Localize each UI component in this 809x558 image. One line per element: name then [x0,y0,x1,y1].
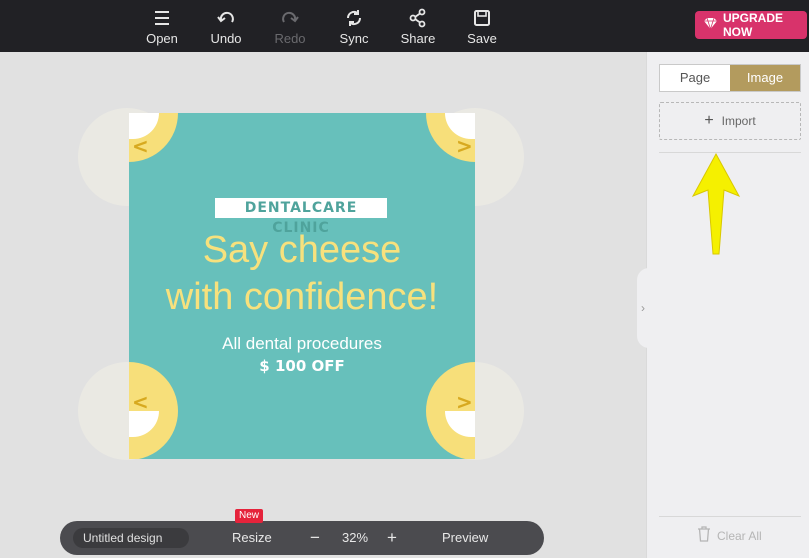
sync-label: Sync [339,31,369,46]
save-label: Save [467,31,497,46]
annotation-arrow-icon [691,152,741,255]
redo-button[interactable]: Redo [260,8,320,46]
clear-all-button[interactable]: Clear All [697,526,762,545]
panel-tabs: Page Image [659,64,801,92]
open-button[interactable]: Open [132,8,192,46]
smiley-teeth [445,411,475,437]
tab-page[interactable]: Page [660,65,730,91]
headline-line-1: Say cheese [202,229,402,271]
redo-label: Redo [274,31,306,46]
zoom-level: 32% [342,530,369,545]
panel-divider [659,516,801,517]
smiley-graphic[interactable]: > [426,362,475,459]
design-canvas[interactable]: < > < > DENTALCARE CLINIC Say cheese wit… [129,113,475,459]
price-text[interactable]: $ 100 OFF [129,357,475,375]
share-label: Share [400,31,436,46]
trash-icon [697,526,711,545]
smiley-teeth [445,113,475,139]
clinic-name-text[interactable]: DENTALCARE CLINIC [215,198,387,236]
import-label: Import [721,114,756,128]
upgrade-button[interactable]: UPGRADE NOW [695,11,807,39]
sync-icon [324,8,384,30]
undo-button[interactable]: Undo [196,8,256,46]
upgrade-label: UPGRADE NOW [723,11,784,39]
plus-icon: + [704,112,714,129]
preview-button[interactable]: Preview [442,521,488,555]
top-toolbar: Open Undo Redo Sync Share Save UPGRADE N… [0,0,809,52]
save-icon [452,8,512,30]
share-button[interactable]: Share [388,8,448,46]
diamond-icon [703,17,718,33]
design-title-input[interactable]: Untitled design [73,528,189,548]
share-icon [388,8,448,30]
zoom-out-button[interactable]: − [310,521,320,555]
clear-all-label: Clear All [717,528,762,543]
resize-button[interactable]: Resize [232,521,272,555]
right-panel: › Page Image + Import Clear All [637,52,809,558]
smiley-teeth [129,411,159,437]
headline-line-2: with confidence! [165,276,439,318]
tab-image[interactable]: Image [730,65,800,91]
headline-text[interactable]: Say cheese with confidence! [129,227,475,321]
redo-icon [260,8,320,30]
save-button[interactable]: Save [452,8,512,46]
collapse-panel-handle[interactable]: › [637,268,649,348]
subline-text[interactable]: All dental procedures [129,334,475,354]
smiley-graphic[interactable]: < [129,113,178,162]
bottom-bar: Untitled design New Resize − 32% + Previ… [60,509,544,555]
undo-label: Undo [210,31,242,46]
zoom-in-button[interactable]: + [387,521,397,555]
undo-icon [196,8,256,30]
open-label: Open [146,31,178,46]
smiley-teeth [129,113,159,139]
menu-icon [132,8,192,30]
sync-button[interactable]: Sync [324,8,384,46]
import-button[interactable]: + Import [659,102,801,140]
chevron-right-icon: › [641,301,645,315]
smiley-graphic[interactable]: > [426,113,475,162]
smiley-graphic[interactable]: < [129,362,178,459]
